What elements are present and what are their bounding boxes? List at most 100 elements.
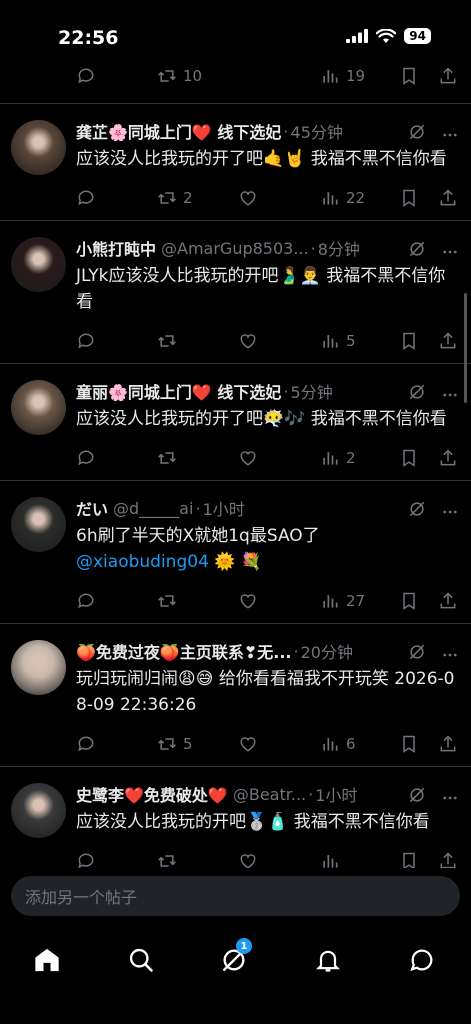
reply-icon [78, 853, 94, 868]
bookmark-button[interactable] [399, 734, 419, 754]
views-button[interactable]: 27 [320, 591, 365, 611]
like-button[interactable] [238, 331, 264, 351]
separator-dot: · [283, 381, 289, 401]
grok-explain-button[interactable] [407, 499, 427, 523]
more-options-button[interactable] [441, 386, 459, 408]
views-button[interactable]: 2 [320, 448, 356, 468]
heart-icon [240, 334, 256, 349]
post-text: 应该没人比我玩的开了吧😶‍🌫️🎶 我福不黑不信你看 [76, 406, 457, 432]
reply-button[interactable] [76, 331, 102, 351]
separator-dot: · [310, 238, 316, 258]
tab-search[interactable] [119, 938, 163, 982]
post-text-content: 应该没人比我玩的开了吧😶‍🌫️🎶 我福不黑不信你看 [76, 409, 447, 429]
bookmark-icon [403, 449, 415, 467]
tab-notifications[interactable] [306, 938, 350, 982]
status-time: 22:56 [58, 27, 119, 49]
retweet-button[interactable] [157, 448, 183, 468]
more-icon [443, 653, 457, 657]
share-button[interactable] [438, 66, 458, 86]
share-button[interactable] [438, 734, 458, 754]
share-button[interactable] [438, 851, 458, 868]
share-button[interactable] [438, 331, 458, 351]
retweet-button[interactable]: 5 [157, 734, 193, 754]
reply-button[interactable] [76, 734, 102, 754]
grok-icon [409, 787, 425, 803]
bookmark-button[interactable] [399, 188, 419, 208]
bookmark-button[interactable] [399, 66, 419, 86]
post-item[interactable]: 龚芷🌸同城上门❤️ 线下选妃 · 45分钟 应该没人比我玩的开了吧🤙🤘 我福不黑… [0, 104, 471, 221]
post-text-content: 应该没人比我玩的开了吧🤙🤘 我福不黑不信你看 [76, 149, 447, 169]
retweet-button[interactable] [157, 851, 183, 868]
post-text: 应该没人比我玩的开了吧🤙🤘 我福不黑不信你看 [76, 146, 457, 172]
reply-feed[interactable]: 10 19 龚芷🌸同城上门❤️ 线下选妃 · 45分钟 应该没人比我玩的开了吧🤙… [0, 58, 471, 868]
post-item[interactable]: だい @d_____ai · 1小时 6h刷了半天的X就她1q最SAO了 @xi… [0, 481, 471, 624]
views-button[interactable]: 5 [320, 331, 356, 351]
more-options-button[interactable] [441, 646, 459, 668]
post-item[interactable]: 史鹭李❤️免费破处❤️ @Beatr... · 1小时 应该没人比我玩的开吧🥈🧴… [0, 767, 471, 868]
bookmark-button[interactable] [399, 448, 419, 468]
retweet-button[interactable]: 2 [157, 188, 193, 208]
display-name[interactable]: 童丽🌸同城上门❤️ 线下选妃 [76, 379, 281, 403]
more-options-button[interactable] [441, 243, 459, 265]
post-text-content: 应该没人比我玩的开吧🥈🧴 我福不黑不信你看 [76, 812, 430, 832]
display-name[interactable]: 龚芷🌸同城上门❤️ 线下选妃 [76, 119, 281, 143]
share-button[interactable] [438, 188, 458, 208]
display-name[interactable]: 小熊打盹中 [76, 236, 156, 260]
share-button[interactable] [438, 591, 458, 611]
tab-home[interactable] [25, 938, 69, 982]
grok-explain-button[interactable] [407, 785, 427, 809]
retweet-icon [158, 70, 176, 82]
like-button[interactable] [238, 591, 264, 611]
post-item[interactable]: 小熊打盹中 @AmarGup8503... · 8分钟 JLYk应该没人比我玩的… [0, 221, 471, 364]
reply-button[interactable] [76, 591, 102, 611]
more-options-button[interactable] [441, 789, 459, 811]
like-button[interactable] [238, 188, 264, 208]
post-item[interactable]: 童丽🌸同城上门❤️ 线下选妃 · 5分钟 应该没人比我玩的开了吧😶‍🌫️🎶 我福… [0, 364, 471, 481]
retweet-button[interactable] [157, 591, 183, 611]
post-item[interactable]: 🍑免费过夜🍑主页联系❣无... · 20分钟 玩归玩闹归闹😩😅 给你看看福我不开… [0, 624, 471, 767]
share-button[interactable] [438, 448, 458, 468]
post-actions [76, 839, 457, 868]
bookmark-button[interactable] [399, 331, 419, 351]
reply-button[interactable] [76, 66, 96, 86]
like-button[interactable] [238, 734, 264, 754]
bookmark-icon [403, 592, 415, 610]
reply-button[interactable] [76, 448, 102, 468]
display-name[interactable]: 🍑免费过夜🍑主页联系❣无... [76, 639, 292, 663]
views-button[interactable]: 19 [320, 66, 365, 86]
reply-button[interactable] [76, 188, 102, 208]
mention-link[interactable]: @xiaobuding04 [76, 552, 209, 572]
bookmark-button[interactable] [399, 851, 419, 868]
user-handle[interactable]: @d_____ai [113, 499, 193, 518]
avatar[interactable] [11, 640, 66, 695]
views-button[interactable]: 6 [320, 734, 356, 754]
user-handle[interactable]: @AmarGup8503... [161, 239, 309, 258]
grok-explain-button[interactable] [407, 642, 427, 666]
grok-explain-button[interactable] [407, 239, 427, 263]
more-options-button[interactable] [441, 503, 459, 525]
like-button[interactable] [238, 851, 264, 868]
compose-input[interactable]: 添加另一个帖子 [11, 876, 460, 916]
grok-explain-button[interactable] [407, 122, 427, 146]
retweet-button[interactable]: 10 [157, 66, 202, 86]
more-options-button[interactable] [441, 126, 459, 148]
views-button[interactable]: 22 [320, 188, 365, 208]
avatar[interactable] [11, 497, 66, 552]
grok-explain-button[interactable] [407, 382, 427, 406]
display-name[interactable]: 史鹭李❤️免费破处❤️ [76, 782, 228, 806]
avatar[interactable] [11, 783, 66, 838]
bookmark-button[interactable] [399, 591, 419, 611]
user-handle[interactable]: @Beatr... [233, 785, 306, 804]
views-button[interactable] [320, 851, 346, 868]
reply-button[interactable] [76, 851, 102, 868]
scrollbar[interactable] [464, 293, 467, 403]
avatar[interactable] [11, 120, 66, 175]
display-name[interactable]: だい [76, 496, 108, 520]
like-button[interactable] [238, 448, 264, 468]
avatar[interactable] [11, 237, 66, 292]
post-meta: 小熊打盹中 @AmarGup8503... · 8分钟 [76, 235, 457, 261]
tab-messages[interactable] [400, 938, 444, 982]
avatar[interactable] [11, 380, 66, 435]
retweet-button[interactable] [157, 331, 183, 351]
tab-grok[interactable]: 1 [212, 938, 256, 982]
